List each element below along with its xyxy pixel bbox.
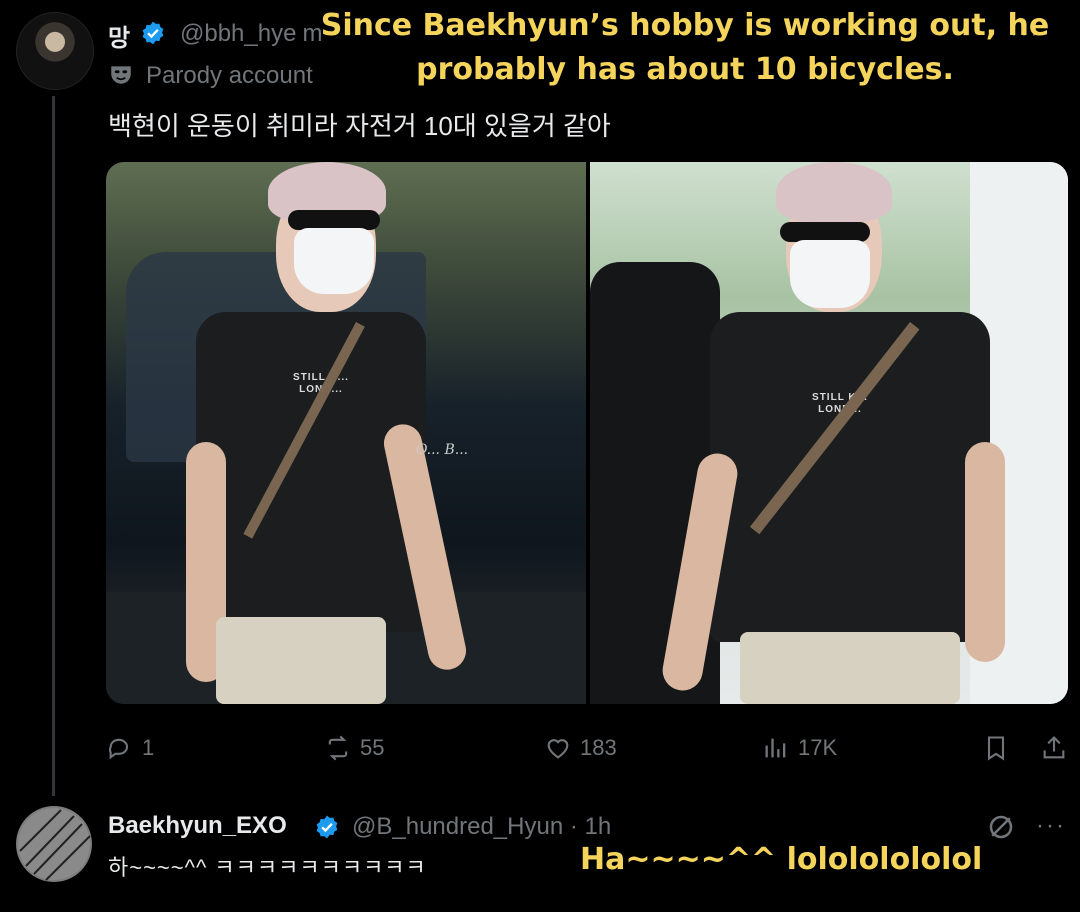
share-icon[interactable] — [1040, 734, 1068, 762]
reply-author-handle[interactable]: @B_hundred_Hyun · 1h — [352, 813, 611, 841]
heart-icon — [547, 739, 569, 759]
thread-connector-line — [52, 96, 55, 796]
author-display-name[interactable]: 망 — [108, 18, 130, 53]
caption-overlay: Since Baekhyun’s hobby is working out, h… — [320, 8, 1050, 87]
photo-right[interactable]: STILL K... LOND... — [590, 162, 1068, 704]
reply-translation-overlay: Ha~~~~^^ lolololololol — [580, 842, 983, 877]
grok-icon[interactable] — [986, 812, 1016, 842]
view-count: 17K — [798, 735, 838, 760]
photo-watermark: O... B... — [416, 442, 469, 458]
person-arm-right — [965, 442, 1005, 662]
repost-button[interactable]: 55 — [324, 734, 384, 762]
like-count: 183 — [580, 735, 617, 760]
reply-more-options-icon[interactable]: ··· — [1036, 812, 1066, 840]
reply-icon — [108, 738, 129, 760]
analytics-icon — [765, 738, 786, 758]
tweet-text: 백현이 운동이 취미라 자전거 10대 있을거 같아 — [108, 111, 611, 141]
like-button[interactable]: 183 — [544, 734, 617, 762]
person-pants — [216, 617, 386, 704]
person-hair — [776, 162, 892, 222]
face-mask — [294, 228, 374, 294]
verified-badge-icon — [316, 815, 338, 839]
reply-count: 1 — [142, 735, 155, 760]
reply-timestamp: · 1h — [569, 813, 612, 840]
person-shirt: STILL K... LOND... — [710, 312, 990, 642]
author-avatar[interactable] — [16, 12, 94, 90]
parody-account-label: Parody account — [146, 62, 313, 89]
sunglasses — [288, 210, 380, 230]
repost-count: 55 — [360, 735, 385, 760]
reply-text: 하~~~~^^ ㅋㅋㅋㅋㅋㅋㅋㅋㅋㅋ — [108, 855, 427, 880]
reply-author-name[interactable]: Baekhyun_EXO — [108, 812, 287, 840]
face-mask — [790, 240, 870, 308]
exo-logo-icon — [18, 808, 91, 881]
reply-button[interactable]: 1 — [106, 734, 154, 762]
views-button[interactable]: 17K — [762, 734, 837, 762]
parody-mask-icon — [111, 66, 131, 84]
person-pants — [740, 632, 960, 704]
sunglasses — [780, 222, 870, 242]
verified-badge-icon — [142, 21, 164, 45]
reply-author-avatar[interactable] — [16, 806, 92, 882]
bookmark-icon[interactable] — [982, 734, 1010, 762]
tweet-media[interactable]: STILL K... LOND... O... B... STILL K... … — [106, 162, 1068, 704]
repost-icon — [328, 735, 348, 761]
photo-left[interactable]: STILL K... LOND... O... B... — [106, 162, 586, 704]
